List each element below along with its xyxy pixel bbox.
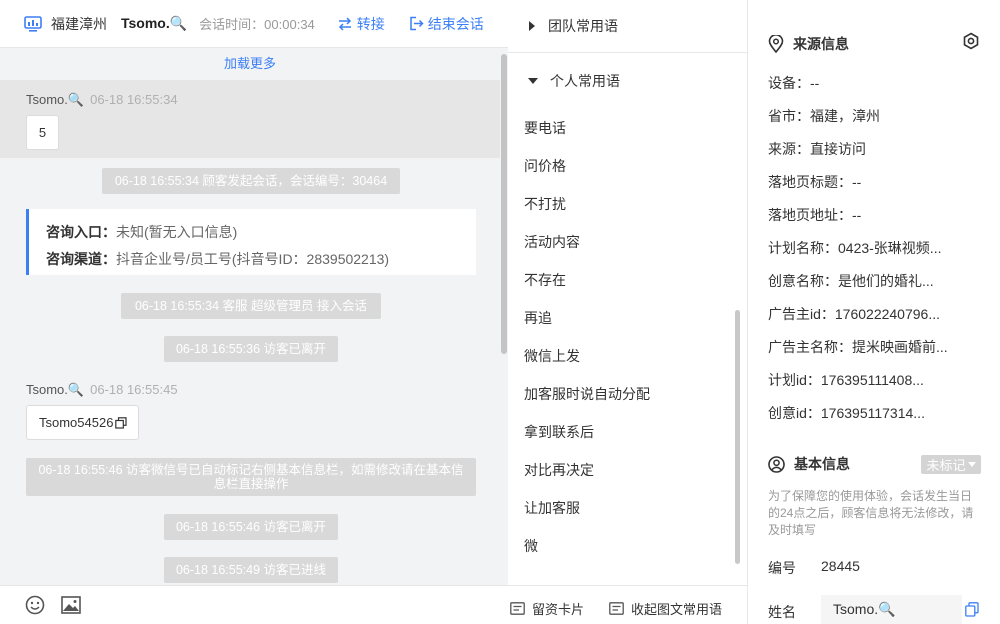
exit-icon	[409, 16, 424, 31]
session-timer: 会话时间：00:00:34	[199, 17, 315, 32]
source-creative-name: 创意名称：是他们的婚礼...	[768, 273, 934, 289]
emoji-icon[interactable]	[25, 595, 45, 615]
source-creative-id: 创意id：176395117314...	[768, 405, 925, 421]
lead-card-button[interactable]: 留资卡片	[510, 599, 584, 618]
source-advertiser-id: 广告主id：176022240796...	[768, 306, 940, 322]
message-time: 06-18 16:55:45	[90, 382, 178, 397]
consult-entry-row: 咨询入口：未知(暂无入口信息)	[46, 219, 476, 246]
chat-header: 福建漳州 Tsomo.🔍 会话时间：00:00:34 转接 结束会话	[0, 0, 508, 48]
settings-icon[interactable]	[962, 32, 980, 50]
transfer-icon	[337, 16, 353, 31]
consult-channel-label: 咨询渠道：	[46, 251, 116, 267]
mark-status-label: 未标记	[926, 458, 966, 473]
phrase-item[interactable]: 问价格	[524, 156, 566, 176]
phrase-item[interactable]: 微	[524, 536, 538, 556]
message-text: Tsomo54526	[39, 415, 114, 430]
team-phrases-label: 团队常用语	[548, 18, 618, 34]
visitor-location: 福建漳州	[51, 15, 107, 32]
image-icon[interactable]	[61, 596, 81, 614]
mark-status-dropdown[interactable]: 未标记	[921, 455, 981, 474]
phrase-item[interactable]: 对比再决定	[524, 460, 594, 480]
caret-down-icon	[528, 77, 538, 85]
source-channel: 来源：直接访问	[768, 141, 866, 157]
number-label: 编号	[768, 560, 796, 576]
visitor-name: Tsomo.🔍	[121, 15, 188, 31]
consult-entry-label: 咨询入口：	[46, 224, 116, 240]
consult-entry-value: 未知(暂无入口信息)	[116, 224, 238, 240]
caret-down-icon	[967, 461, 976, 468]
source-landing-title: 落地页标题：--	[768, 174, 862, 190]
caret-right-icon	[528, 21, 536, 31]
lead-card-label: 留资卡片	[532, 602, 585, 617]
name-label: 姓名	[768, 604, 796, 620]
phrase-item[interactable]: 微信上发	[524, 346, 580, 366]
chat-scrollbar[interactable]	[500, 48, 508, 585]
edit-deadline-hint: 为了保障您的使用体验，会话发生当日的24点之后，顾客信息将无法修改，请及时填写	[768, 489, 974, 537]
phrase-item[interactable]: 让加客服	[524, 498, 580, 518]
system-notice: 06-18 16:55:34 客服 超级管理员 接入会话	[121, 293, 381, 319]
phrase-list[interactable]: 要电话 问价格 不打扰 活动内容 不存在 再追 微信上发 加客服时说自动分配 拿…	[508, 94, 738, 585]
end-session-button[interactable]: 结束会话	[409, 14, 484, 34]
message-sender: Tsomo.🔍	[26, 92, 85, 107]
phrase-toolbar: 留资卡片 收起图文常用语	[508, 585, 747, 624]
consult-info-card: 咨询入口：未知(暂无入口信息) 咨询渠道：抖音企业号/员工号(抖音号ID：283…	[26, 209, 476, 275]
source-advertiser-name: 广告主名称：提米映画婚前...	[768, 339, 948, 355]
source-plan-id: 计划id：176395111408...	[768, 372, 924, 388]
number-value: 28445	[821, 558, 860, 574]
message-meta: Tsomo.🔍 06-18 16:55:34	[26, 92, 178, 108]
phrase-item[interactable]: 不打扰	[524, 194, 566, 214]
message-list[interactable]: 加载更多 Tsomo.🔍 06-18 16:55:34 5 06-18 16:55…	[0, 48, 500, 585]
phrase-scrollbar[interactable]	[735, 310, 740, 564]
phrase-item[interactable]: 活动内容	[524, 232, 580, 252]
phrase-item[interactable]: 再追	[524, 308, 552, 328]
message-sender: Tsomo.🔍	[26, 382, 85, 397]
copy-icon[interactable]	[115, 416, 128, 429]
load-more-link[interactable]: 加载更多	[0, 53, 500, 72]
transfer-button[interactable]: 转接	[337, 14, 385, 34]
message-icon	[609, 602, 624, 615]
chat-panel: 福建漳州 Tsomo.🔍 会话时间：00:00:34 转接 结束会话 加载更多 …	[0, 0, 508, 624]
phrase-item[interactable]: 不存在	[524, 270, 566, 290]
collapse-rich-phrases-label: 收起图文常用语	[631, 602, 723, 617]
source-device: 设备：--	[768, 75, 820, 91]
consult-channel-row: 咨询渠道：抖音企业号/员工号(抖音号ID：2839502213)	[46, 246, 476, 273]
location-pin-icon	[768, 35, 784, 53]
system-notice: 06-18 16:55:34 顾客发起会话，会话编号：30464	[102, 168, 400, 194]
message-text: 5	[38, 125, 47, 140]
phrases-panel: 团队常用语 个人常用语 要电话 问价格 不打扰 活动内容 不存在 再追 微信上发…	[508, 0, 747, 624]
chat-toolbar	[0, 585, 508, 624]
basic-info-header: 基本信息	[768, 454, 850, 474]
phrase-item[interactable]: 要电话	[524, 118, 566, 138]
user-circle-icon	[768, 455, 785, 473]
card-icon	[510, 602, 525, 615]
system-notice: 06-18 16:55:49 访客已进线	[164, 557, 338, 583]
system-notice: 06-18 16:55:36 访客已离开	[164, 336, 338, 362]
source-plan-name: 计划名称：0423-张琳视频...	[768, 240, 942, 256]
copy-icon[interactable]	[965, 602, 979, 617]
customer-info-panel: 来源信息 设备：-- 省市：福建，漳州 来源：直接访问 落地页标题：-- 落地页…	[748, 0, 1000, 624]
source-info-title: 来源信息	[793, 36, 849, 52]
end-session-label: 结束会话	[427, 15, 484, 32]
personal-phrases-label: 个人常用语	[550, 72, 620, 89]
team-phrases-group[interactable]: 团队常用语	[508, 0, 747, 53]
message-bubble[interactable]: Tsomo54526	[26, 405, 139, 440]
transfer-label: 转接	[356, 15, 385, 32]
consult-channel-value: 抖音企业号/员工号(抖音号ID：2839502213)	[116, 251, 390, 267]
system-notice: 06-18 16:55:46 访客微信号已自动标记右侧基本信息栏，如需修改请在基…	[26, 458, 476, 496]
phrase-item[interactable]: 加客服时说自动分配	[524, 384, 650, 404]
message-bubble: 5	[26, 115, 59, 150]
chat-scroll-thumb[interactable]	[501, 54, 507, 354]
name-input[interactable]	[821, 595, 962, 624]
message-meta: Tsomo.🔍 06-18 16:55:45	[26, 382, 178, 398]
monitor-icon	[24, 15, 42, 32]
phrase-item[interactable]: 拿到联系后	[524, 422, 594, 442]
collapse-rich-phrases-button[interactable]: 收起图文常用语	[609, 599, 722, 618]
source-landing-url: 落地页地址：--	[768, 207, 862, 223]
basic-info-title: 基本信息	[794, 456, 850, 472]
source-info-header: 来源信息	[768, 34, 849, 54]
message-time: 06-18 16:55:34	[90, 92, 178, 107]
source-province: 省市：福建，漳州	[768, 108, 880, 124]
system-notice: 06-18 16:55:46 访客已离开	[164, 514, 338, 540]
